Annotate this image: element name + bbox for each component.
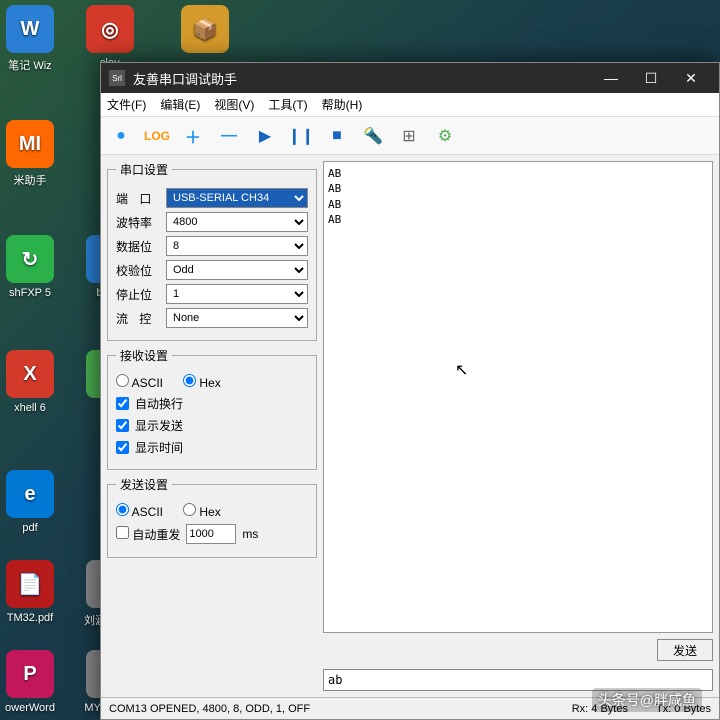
minimize-button[interactable]: —: [591, 66, 631, 90]
status-rx: Rx: 4 Bytes: [572, 703, 628, 715]
gear-icon[interactable]: ⚙: [431, 122, 459, 150]
interval-input[interactable]: [186, 524, 236, 544]
databits-select[interactable]: 8: [166, 236, 308, 256]
desktop-icon[interactable]: 📄TM32.pdf: [0, 560, 60, 624]
autorepeat-checkbox[interactable]: 自动重发: [116, 526, 180, 543]
play-icon[interactable]: ▶: [251, 122, 279, 150]
close-button[interactable]: ✕: [671, 66, 711, 90]
desktop-icon[interactable]: 📦: [175, 5, 235, 57]
menu-view[interactable]: 视图(V): [214, 96, 254, 113]
status-tx: Tx: 0 Bytes: [656, 703, 711, 715]
plus-icon[interactable]: ＋: [179, 122, 207, 150]
menu-help[interactable]: 帮助(H): [322, 96, 363, 113]
baud-select[interactable]: 4800: [166, 212, 308, 232]
connect-icon[interactable]: ●: [107, 122, 135, 150]
pause-icon[interactable]: ❙❙: [287, 122, 315, 150]
desktop-icon[interactable]: PowerWord: [0, 650, 60, 714]
send-hex-radio[interactable]: Hex: [183, 503, 221, 519]
flowcontrol-select[interactable]: None: [166, 308, 308, 328]
send-input[interactable]: [323, 669, 713, 691]
send-button[interactable]: 发送: [657, 639, 713, 661]
stopbits-select[interactable]: 1: [166, 284, 308, 304]
port-select[interactable]: USB-SERIAL CH34: [166, 188, 308, 208]
log-button[interactable]: LOG: [143, 122, 171, 150]
window-title: 友善串口调试助手: [133, 69, 237, 88]
desktop-icon[interactable]: ◎clou: [80, 5, 140, 69]
desktop-icon[interactable]: epdf: [0, 470, 60, 534]
receive-textarea[interactable]: AB AB AB AB: [323, 161, 713, 633]
menu-edit[interactable]: 编辑(E): [160, 96, 200, 113]
flashlight-icon[interactable]: 🔦: [359, 122, 387, 150]
serial-debug-window: Srl 友善串口调试助手 — ☐ ✕ 文件(F) 编辑(E) 视图(V) 工具(…: [100, 62, 720, 720]
showtx-checkbox[interactable]: 显示发送: [116, 417, 308, 434]
add-icon[interactable]: ⊞: [395, 122, 423, 150]
desktop-icon[interactable]: MI米助手: [0, 120, 60, 188]
autowrap-checkbox[interactable]: 自动换行: [116, 395, 308, 412]
menu-file[interactable]: 文件(F): [107, 96, 146, 113]
desktop-icon[interactable]: W笔记 Wiz: [0, 5, 60, 73]
receive-settings: 接收设置 ASCII Hex 自动换行 显示发送 显示时间: [107, 347, 317, 470]
recv-ascii-radio[interactable]: ASCII: [116, 374, 163, 390]
maximize-button[interactable]: ☐: [631, 66, 671, 90]
titlebar[interactable]: Srl 友善串口调试助手 — ☐ ✕: [101, 63, 719, 93]
menu-tools[interactable]: 工具(T): [268, 96, 307, 113]
stop-icon[interactable]: ■: [323, 122, 351, 150]
menubar: 文件(F) 编辑(E) 视图(V) 工具(T) 帮助(H): [101, 93, 719, 117]
send-ascii-radio[interactable]: ASCII: [116, 503, 163, 519]
desktop-icon[interactable]: ↻shFXP 5: [0, 235, 60, 299]
serial-settings: 串口设置 端 口USB-SERIAL CH34 波特率4800 数据位8 校验位…: [107, 161, 317, 341]
toolbar: ● LOG ＋ — ▶ ❙❙ ■ 🔦 ⊞ ⚙: [101, 117, 719, 155]
showtime-checkbox[interactable]: 显示时间: [116, 439, 308, 456]
desktop-icon[interactable]: Xxhell 6: [0, 350, 60, 414]
send-settings: 发送设置 ASCII Hex 自动重发 ms: [107, 476, 317, 558]
parity-select[interactable]: Odd: [166, 260, 308, 280]
minus-icon[interactable]: —: [215, 122, 243, 150]
statusbar: COM13 OPENED, 4800, 8, ODD, 1, OFF Rx: 4…: [101, 697, 719, 719]
status-main: COM13 OPENED, 4800, 8, ODD, 1, OFF: [109, 703, 310, 715]
app-icon: Srl: [109, 70, 125, 86]
recv-hex-radio[interactable]: Hex: [183, 374, 221, 390]
